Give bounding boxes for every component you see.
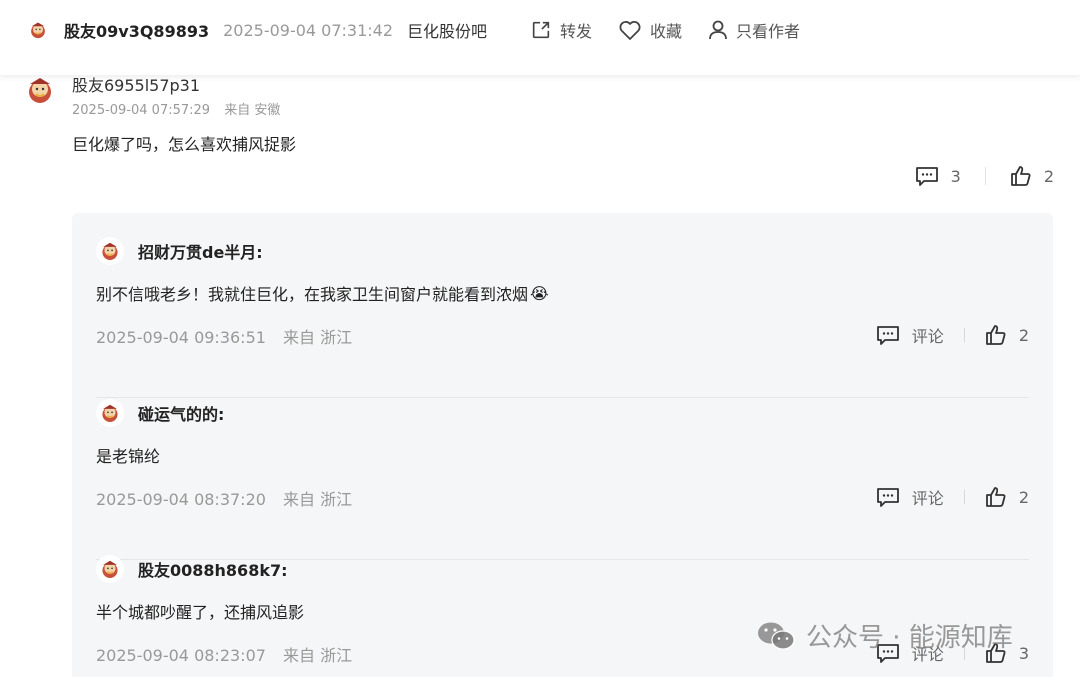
reply-like-count: 2 xyxy=(1018,325,1029,345)
mascot-avatar-icon xyxy=(102,404,118,422)
reply-meta: 2025-09-04 09:36:51 来自 浙江 xyxy=(96,324,352,348)
reply-header: 股友0088h868k7: xyxy=(96,555,288,583)
share-label: 转发 xyxy=(560,22,593,41)
reply-meta: 2025-09-04 08:37:20 来自 浙江 xyxy=(96,486,352,510)
reply-location: 来自 浙江 xyxy=(283,646,353,665)
author-username[interactable]: 股友09v3Q89893 xyxy=(64,18,209,42)
reply-list: 招财万贯de半月: 别不信哦老乡！我就住巨化，在我家卫生间窗户就能看到浓烟 😭 … xyxy=(72,213,1053,677)
thumbs-up-icon xyxy=(985,325,1006,345)
reply-actions: 评论 2 xyxy=(876,323,1029,347)
bar-name-link[interactable]: 巨化股份吧 xyxy=(407,18,487,42)
comment-stats: 3 2 xyxy=(915,165,1054,187)
watermark: 公众号 · 能源知库 xyxy=(756,617,1013,654)
reply-location: 来自 浙江 xyxy=(283,328,353,347)
heart-icon xyxy=(619,21,641,40)
comment-location: 来自 安徽 xyxy=(224,103,281,118)
thumbs-up-icon xyxy=(985,487,1006,507)
reply-timestamp: 2025-09-04 08:23:07 xyxy=(96,646,266,665)
author-avatar[interactable] xyxy=(28,20,48,40)
mascot-avatar-icon xyxy=(31,22,45,39)
reply-location: 来自 浙江 xyxy=(283,490,353,509)
reply-like-button[interactable]: 2 xyxy=(985,486,1029,508)
reply-header: 招财万贯de半月: xyxy=(96,237,263,265)
post-actions: 转发 收藏 只看作者 xyxy=(530,17,826,43)
post-author-row: 股友09v3Q89893 2025-09-04 07:31:42 巨化股份吧 xyxy=(28,17,487,43)
reply-like-count: 2 xyxy=(1018,487,1029,507)
comment-meta: 2025-09-04 07:57:29 来自 安徽 xyxy=(72,99,280,118)
favorite-label: 收藏 xyxy=(650,22,683,41)
wechat-icon xyxy=(758,622,795,650)
comment-avatar[interactable] xyxy=(24,74,56,106)
reply-text: 是老锦纶 xyxy=(96,443,160,467)
reply-text-body: 半个城都吵醒了，还捕风追影 xyxy=(96,603,305,622)
comment-icon xyxy=(876,326,899,345)
reply-count-button[interactable]: 3 xyxy=(915,165,961,187)
reply-username[interactable]: 招财万贯de半月: xyxy=(138,239,263,263)
share-button[interactable]: 转发 xyxy=(530,18,592,42)
comment-icon xyxy=(915,167,938,186)
reply-comment-label: 评论 xyxy=(911,327,944,346)
post-header: 股友09v3Q89893 2025-09-04 07:31:42 巨化股份吧 转… xyxy=(0,0,1080,75)
reply-avatar[interactable] xyxy=(96,399,124,427)
stats-divider xyxy=(984,167,986,185)
author-only-label: 只看作者 xyxy=(736,22,801,41)
comment-icon xyxy=(876,488,899,507)
mascot-avatar-icon xyxy=(29,78,51,103)
reply-comment-button[interactable]: 评论 xyxy=(876,485,944,509)
mascot-avatar-icon xyxy=(102,560,118,578)
reply-actions: 评论 2 xyxy=(876,485,1029,509)
user-icon xyxy=(709,20,727,40)
thumbs-up-icon xyxy=(1010,166,1031,186)
reply-username[interactable]: 碰运气的的: xyxy=(138,401,224,425)
reply-actions-divider xyxy=(963,490,965,504)
like-count: 2 xyxy=(1043,166,1054,186)
reply-text-body: 是老锦纶 xyxy=(96,447,161,466)
reply-actions-divider xyxy=(963,328,965,342)
reply-text: 别不信哦老乡！我就住巨化，在我家卫生间窗户就能看到浓烟 😭 xyxy=(96,281,549,305)
reply-timestamp: 2025-09-04 09:36:51 xyxy=(96,328,266,347)
favorite-button[interactable]: 收藏 xyxy=(618,18,682,42)
reply-like-count: 3 xyxy=(1018,643,1029,663)
reply-header: 碰运气的的: xyxy=(96,399,224,427)
reply-count: 3 xyxy=(950,166,961,186)
share-icon xyxy=(532,21,550,39)
reply-username[interactable]: 股友0088h868k7: xyxy=(138,557,288,581)
post-timestamp: 2025-09-04 07:31:42 xyxy=(223,20,394,40)
reply-avatar[interactable] xyxy=(96,237,124,265)
reply-timestamp: 2025-09-04 08:37:20 xyxy=(96,490,266,509)
comment-text: 巨化爆了吗，怎么喜欢捕风捉影 xyxy=(72,135,297,154)
mascot-avatar-icon xyxy=(102,242,118,260)
comment-timestamp: 2025-09-04 07:57:29 xyxy=(72,103,211,118)
reply-meta: 2025-09-04 08:23:07 来自 浙江 xyxy=(96,642,352,666)
reply-divider xyxy=(96,397,1029,398)
comment-username[interactable]: 股友6955l57p31 xyxy=(72,72,200,96)
like-button[interactable]: 2 xyxy=(1010,165,1054,187)
reply-comment-button[interactable]: 评论 xyxy=(876,323,944,347)
reply-text: 半个城都吵醒了，还捕风追影 xyxy=(96,599,304,623)
reply-avatar[interactable] xyxy=(96,555,124,583)
crying-emoji-icon: 😭 xyxy=(530,283,549,303)
author-only-button[interactable]: 只看作者 xyxy=(708,18,800,42)
watermark-text: 公众号 · 能源知库 xyxy=(806,623,1013,653)
reply-comment-label: 评论 xyxy=(911,489,944,508)
reply-text-body: 别不信哦老乡！我就住巨化，在我家卫生间窗户就能看到浓烟 xyxy=(96,285,529,304)
reply-like-button[interactable]: 2 xyxy=(985,324,1029,346)
